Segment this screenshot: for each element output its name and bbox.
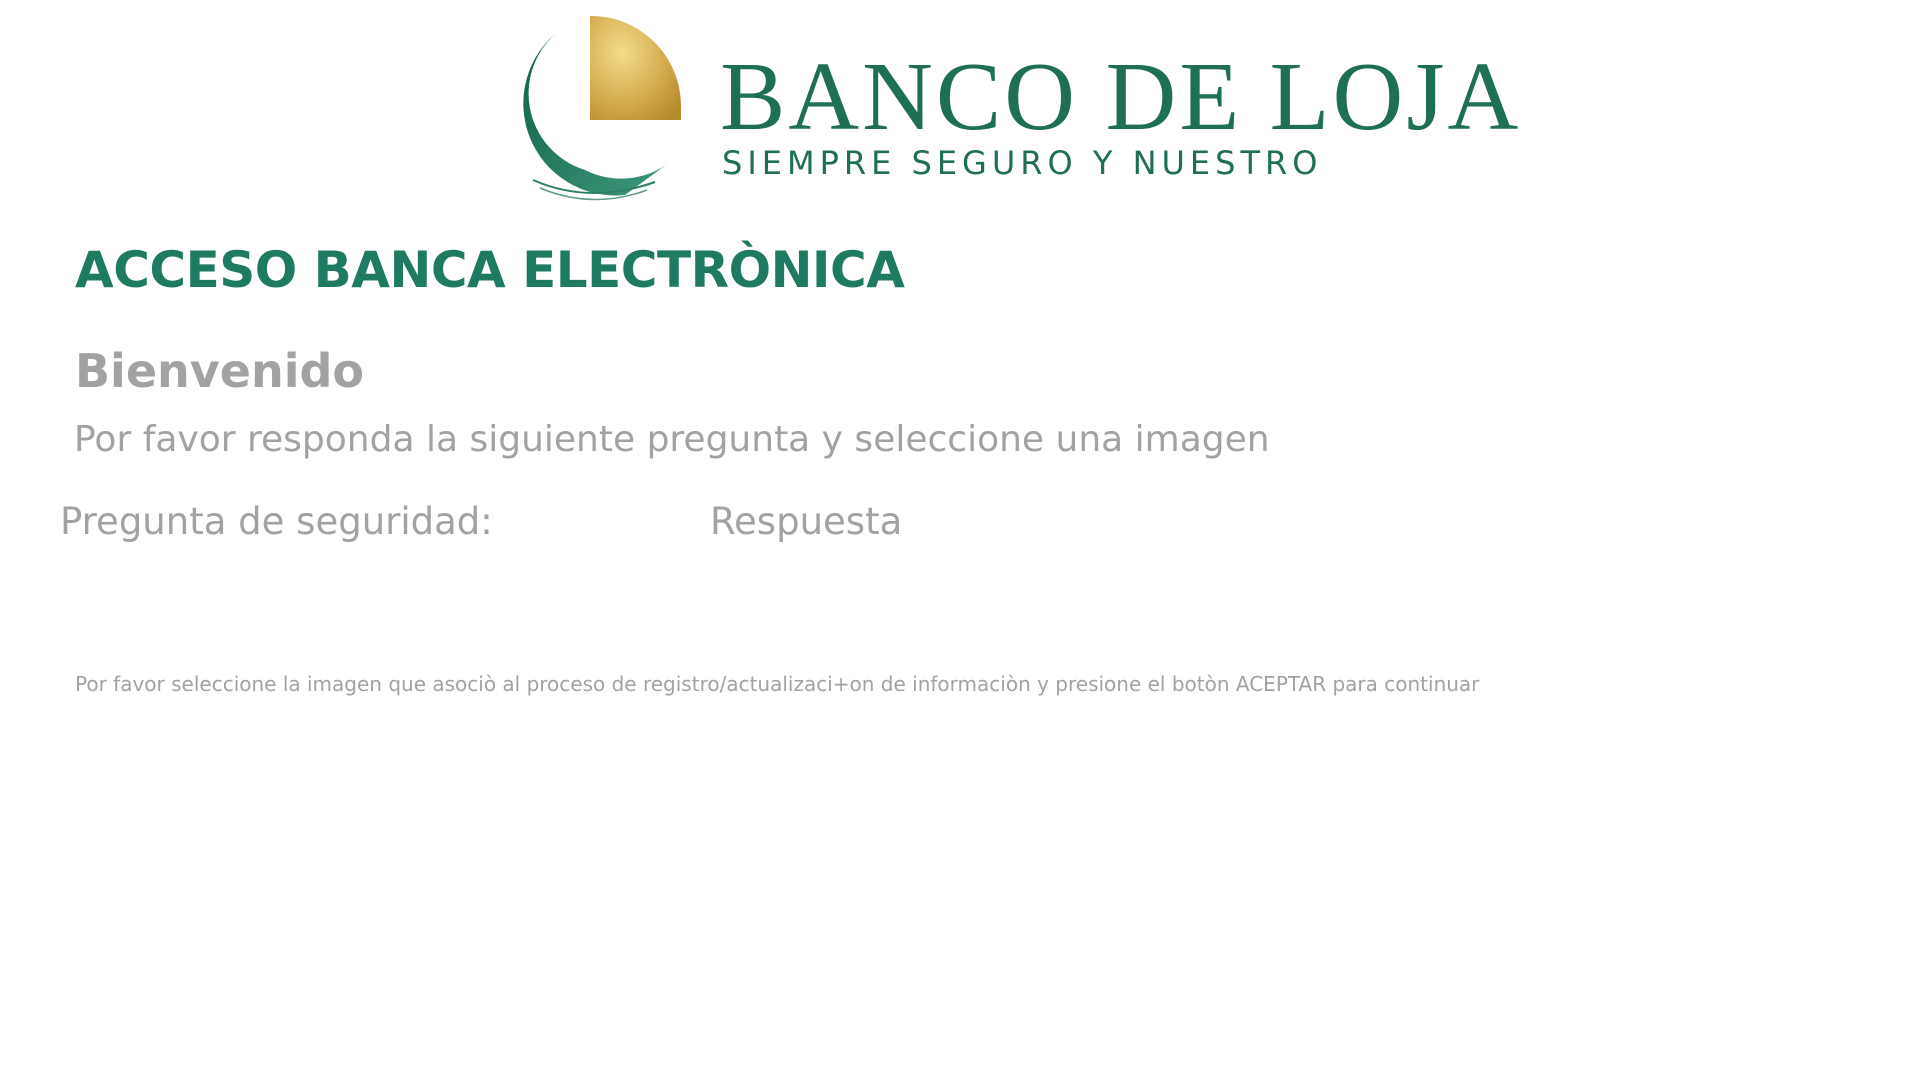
answer-label: Respuesta [710,500,903,543]
bank-logo: BANCO DE LOJA SIEMPRE SEGURO Y NUESTRO [495,10,1518,205]
bank-name: BANCO DE LOJA [720,43,1522,151]
image-selection-instruction: Por favor seleccione la imagen que asoci… [75,672,1480,696]
security-question-label: Pregunta de seguridad: [60,500,493,543]
page: BANCO DE LOJA SIEMPRE SEGURO Y NUESTRO A… [0,0,1920,1080]
bank-tagline: SIEMPRE SEGURO Y NUESTRO [722,144,1323,182]
welcome-heading: Bienvenido [75,344,365,398]
bank-logo-emblem-icon [523,15,681,201]
page-title: ACCESO BANCA ELECTRÒNICA [75,241,905,299]
instruction-text: Por favor responda la siguiente pregunta… [74,419,1270,460]
